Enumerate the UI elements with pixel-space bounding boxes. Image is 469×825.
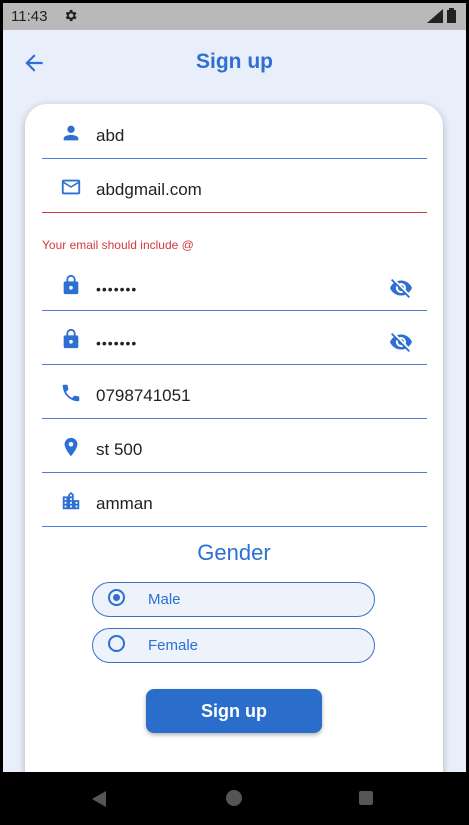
phone-icon: [60, 382, 82, 404]
password-value: •••••••: [96, 281, 138, 297]
status-icons: [427, 8, 456, 23]
gender-heading: Gender: [197, 540, 271, 565]
system-nav-bar: [0, 772, 469, 825]
city-value: amman: [96, 494, 153, 513]
radio-unselected-icon: [108, 635, 125, 652]
email-value: abdgmail.com: [96, 180, 202, 199]
password-field[interactable]: •••••••: [42, 256, 427, 311]
city-field[interactable]: amman: [42, 472, 427, 527]
gender-option-label: Male: [148, 591, 181, 608]
lock-icon: [60, 274, 82, 296]
nav-home-icon[interactable]: [226, 790, 242, 806]
radio-selected-icon: [108, 589, 125, 606]
phone-value: 0798741051: [96, 386, 191, 405]
status-bar: 11:43: [3, 3, 466, 30]
nav-back-icon[interactable]: [90, 790, 108, 808]
visibility-off-icon[interactable]: [389, 330, 413, 354]
mail-icon: [60, 176, 82, 198]
signup-button[interactable]: Sign up: [146, 689, 322, 733]
gender-option-female[interactable]: Female: [92, 628, 375, 663]
gender-option-label: Female: [148, 637, 199, 654]
confirm-password-value: •••••••: [96, 335, 138, 351]
nav-recents-icon[interactable]: [359, 791, 373, 805]
email-field[interactable]: abdgmail.com: [42, 158, 427, 213]
device-screen: 11:43 Sign up abd abdgmail.com Your emai: [3, 3, 466, 825]
status-time: 11:43: [11, 8, 48, 25]
visibility-off-icon[interactable]: [389, 276, 413, 300]
gear-icon: [63, 8, 78, 27]
phone-field[interactable]: 0798741051: [42, 364, 427, 419]
confirm-password-field[interactable]: •••••••: [42, 310, 427, 365]
app-bar: Sign up: [3, 30, 466, 94]
battery-icon: [447, 8, 456, 23]
signup-form-card: abd abdgmail.com Your email should inclu…: [25, 104, 443, 794]
person-icon: [60, 122, 82, 144]
address-field[interactable]: st 500: [42, 418, 427, 473]
gender-option-male[interactable]: Male: [92, 582, 375, 617]
location-pin-icon: [60, 436, 82, 458]
email-error-message: Your email should include @: [42, 238, 194, 252]
lock-icon: [60, 328, 82, 350]
city-buildings-icon: [60, 490, 82, 512]
signal-icon: [427, 8, 443, 23]
name-value: abd: [96, 126, 125, 145]
page-title: Sign up: [196, 50, 273, 73]
name-field[interactable]: abd: [42, 104, 427, 159]
address-value: st 500: [96, 440, 143, 459]
